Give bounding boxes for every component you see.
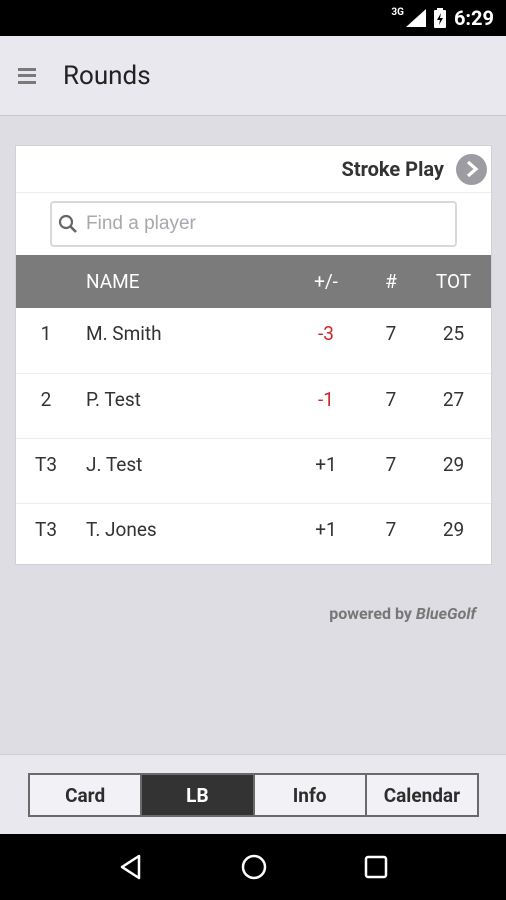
plus-minus-cell: +1 — [315, 517, 337, 541]
total-cell: 29 — [416, 438, 491, 504]
tab-card[interactable]: Card — [30, 775, 143, 815]
table-row[interactable]: T3 T. Jones +1 7 29 — [16, 503, 491, 568]
system-nav-bar — [0, 834, 506, 900]
rank-cell: 1 — [16, 308, 76, 374]
table-row[interactable]: T3 J. Test +1 7 29 — [16, 438, 491, 504]
rank-cell: T3 — [16, 438, 76, 504]
col-name[interactable]: NAME — [76, 255, 286, 308]
home-icon[interactable] — [240, 853, 268, 881]
scoring-mode-header[interactable]: Stroke Play — [16, 146, 491, 193]
back-icon[interactable] — [117, 853, 145, 881]
holes-cell: 7 — [366, 438, 416, 504]
player-search[interactable] — [50, 201, 457, 247]
clock: 6:29 — [453, 6, 494, 30]
tab-info[interactable]: Info — [254, 775, 367, 815]
holes-cell: 7 — [366, 373, 416, 439]
tab-lb[interactable]: LB — [142, 775, 255, 815]
segmented-tabs: Card LB Info Calendar — [28, 773, 479, 817]
powered-by-label: powered by — [329, 604, 412, 623]
table-header: NAME +/- # TOT — [16, 255, 491, 308]
tab-calendar[interactable]: Calendar — [366, 775, 477, 815]
rank-cell: 2 — [16, 373, 76, 439]
signal-icon — [405, 9, 426, 27]
col-total[interactable]: TOT — [416, 255, 491, 308]
search-icon — [58, 214, 77, 233]
scoring-mode-label[interactable]: Stroke Play — [342, 157, 444, 181]
player-name[interactable]: P. Test — [76, 373, 286, 439]
table-row[interactable]: 1 M. Smith -3 7 25 — [16, 308, 491, 374]
col-rank — [16, 255, 76, 308]
menu-icon[interactable] — [18, 67, 36, 85]
total-cell: 27 — [416, 373, 491, 439]
table-row[interactable]: 2 P. Test -1 7 27 — [16, 373, 491, 439]
player-name[interactable]: T. Jones — [76, 503, 286, 568]
holes-cell: 7 — [366, 308, 416, 374]
leaderboard-card: Stroke Play NAME +/- # TOT 1 — [15, 145, 492, 565]
status-bar: 3G 6:29 — [0, 0, 506, 36]
page-title: Rounds — [63, 60, 151, 91]
rank-cell: T3 — [34, 517, 57, 541]
bottom-tab-area: Card LB Info Calendar — [0, 754, 506, 834]
battery-charging-icon — [433, 8, 446, 28]
network-type: 3G — [391, 6, 404, 18]
brand-logo[interactable]: BlueGolf — [416, 604, 476, 623]
recents-icon[interactable] — [363, 854, 389, 880]
player-name[interactable]: M. Smith — [76, 308, 286, 374]
holes-cell: 7 — [385, 517, 397, 541]
app-bar: Rounds — [0, 36, 506, 116]
col-holes[interactable]: # — [366, 255, 416, 308]
plus-minus-cell: +1 — [286, 438, 366, 504]
plus-minus-cell: -3 — [286, 308, 366, 374]
plus-minus-cell: -1 — [286, 373, 366, 439]
total-cell: 25 — [416, 308, 491, 374]
chevron-right-icon[interactable] — [456, 153, 487, 185]
player-name[interactable]: J. Test — [76, 438, 286, 504]
powered-by: powered by BlueGolf — [329, 604, 476, 623]
leaderboard-table: NAME +/- # TOT 1 M. Smith -3 7 25 2 P. T… — [16, 255, 491, 568]
col-plus-minus[interactable]: +/- — [286, 255, 366, 308]
search-input[interactable] — [86, 213, 426, 235]
total-cell: 29 — [442, 517, 465, 541]
